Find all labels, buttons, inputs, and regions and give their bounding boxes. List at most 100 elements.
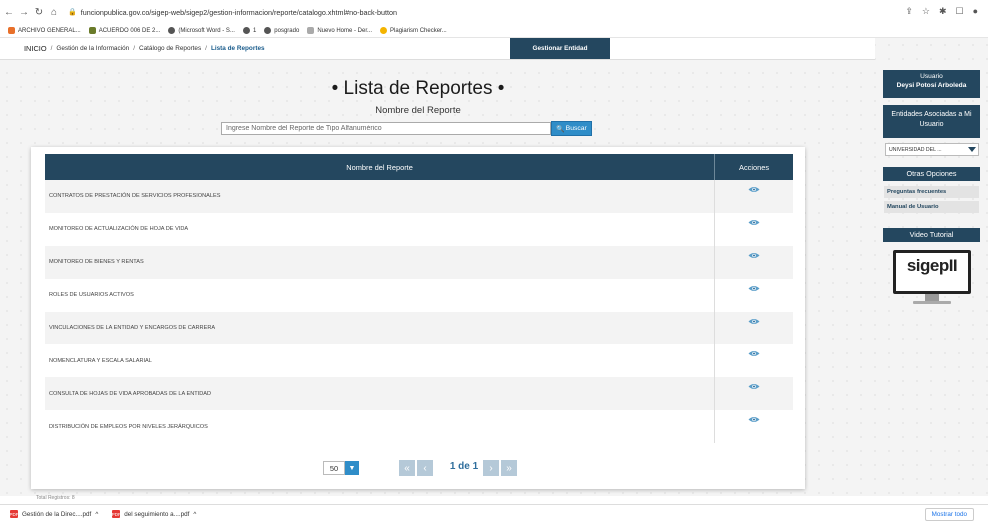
share-icon[interactable]: ⇪ (905, 6, 913, 17)
search-icon: 🔍 (556, 125, 565, 133)
breadcrumb-item[interactable]: Catálogo de Reportes (139, 45, 201, 52)
view-icon[interactable] (715, 344, 793, 377)
bookmark-icon (380, 27, 388, 34)
next-page-button[interactable]: › (483, 460, 499, 476)
video-tutorial-thumbnail[interactable]: sigepII (891, 248, 973, 308)
user-label: Usuario (920, 73, 943, 80)
reports-table: Nombre del Reporte Acciones CONTRATOS DE… (45, 154, 793, 444)
search-label: Nombre del Reporte (375, 105, 461, 116)
home-icon[interactable]: ⌂ (48, 7, 60, 18)
bookmark-item[interactable]: ACUERDO 006 DE 2... (88, 27, 160, 34)
search-input[interactable] (221, 122, 551, 135)
bookmark-item[interactable]: posgrado (264, 27, 299, 34)
report-name: CONSULTA DE HOJAS DE VIDA APROBADAS DE L… (45, 377, 715, 411)
page-size-value: 50 (323, 461, 345, 475)
video-tutorial-label: Video Tutorial (883, 228, 980, 242)
reports-panel: Nombre del Reporte Acciones CONTRATOS DE… (31, 147, 805, 489)
first-page-button[interactable]: « (399, 460, 415, 476)
breadcrumb-separator: / (50, 45, 53, 52)
chevron-up-icon[interactable]: ^ (193, 511, 196, 518)
view-icon[interactable] (715, 180, 793, 213)
report-name: DISTRIBUCIÓN DE EMPLEOS POR NIVELES JERÁ… (45, 410, 715, 444)
chevron-down-icon[interactable]: ▼ (345, 461, 359, 475)
breadcrumb-item[interactable]: Gestión de la Información (56, 45, 129, 52)
chevron-up-icon[interactable]: ^ (95, 511, 98, 518)
browser-actions: ⇪ ☆ ✱ ☐ ● (905, 6, 978, 17)
view-icon[interactable] (715, 213, 793, 246)
table-row: MONITOREO DE ACTUALIZACIÓN DE HOJA DE VI… (45, 212, 793, 246)
search-button[interactable]: 🔍 Buscar (551, 121, 592, 136)
reload-icon[interactable]: ↻ (33, 7, 45, 18)
window-icon[interactable]: ☐ (955, 6, 963, 17)
bookmark-item[interactable]: 1 (242, 27, 256, 34)
show-all-button[interactable]: Mostrar todo (924, 508, 974, 521)
download-filename: del seguimiento a....pdf (124, 510, 190, 518)
report-name: ROLES DE USUARIOS ACTIVOS (45, 278, 715, 312)
page-size-select[interactable]: 50 ▼ (323, 461, 361, 475)
view-icon[interactable] (715, 279, 793, 312)
download-item[interactable]: PDF Gestión de la Direc....pdf ^ (10, 510, 98, 518)
view-icon[interactable] (715, 410, 793, 443)
back-icon[interactable]: ← (3, 7, 15, 18)
bookmark-item[interactable]: Nuevo Home - Der... (307, 27, 372, 34)
user-name: Deysi Potosí Arboleda (896, 82, 967, 89)
bookmark-item[interactable]: Plagiarism Checker... (380, 27, 447, 34)
view-icon[interactable] (715, 246, 793, 279)
report-name: VINCULACIONES DE LA ENTIDAD Y ENCARGOS D… (45, 311, 715, 345)
bookmark-icon (307, 27, 315, 34)
globe-icon (168, 27, 176, 34)
table-row: ROLES DE USUARIOS ACTIVOS (45, 278, 793, 312)
pdf-icon: PDF (9, 510, 19, 518)
table-row: DISTRIBUCIÓN DE EMPLEOS POR NIVELES JERÁ… (45, 410, 793, 444)
paginator: 50 ▼ « ‹ 1 de 1 › » (31, 460, 805, 478)
table-header: Nombre del Reporte Acciones (45, 154, 793, 180)
bookmark-item[interactable]: (Microsoft Word - S... (168, 27, 235, 34)
page-content: INICIO / Gestión de la Información / Cat… (0, 38, 988, 501)
breadcrumb-separator: / (205, 45, 207, 52)
report-name: MONITOREO DE BIENES Y RENTAS (45, 245, 715, 279)
breadcrumb-home[interactable]: INICIO (24, 44, 47, 53)
prev-page-button[interactable]: ‹ (417, 460, 433, 476)
bookmarks-bar: ARCHIVO GENERAL... ACUERDO 006 DE 2... (… (0, 24, 988, 38)
chevron-down-icon (968, 147, 976, 152)
forward-icon[interactable]: → (18, 7, 30, 18)
header-actions: Acciones (739, 162, 770, 172)
view-icon[interactable] (715, 312, 793, 345)
other-options-label: Otras Opciones (883, 167, 980, 181)
browser-toolbar: ← → ↻ ⌂ 🔒 funcionpublica.gov.co/sigep-we… (0, 0, 988, 24)
right-sidebar: Usuario Deysi Potosí Arboleda Entidades … (883, 70, 980, 304)
download-item[interactable]: PDF del seguimiento a....pdf ^ (112, 510, 196, 518)
entities-label: Entidades Asociadas a Mi Usuario (883, 105, 980, 138)
bookmark-icon (8, 27, 15, 34)
table-row: MONITOREO DE BIENES Y RENTAS (45, 245, 793, 279)
last-page-button[interactable]: » (501, 460, 517, 476)
globe-icon (242, 27, 250, 34)
entity-select[interactable]: UNIVERSIDAD DEL ... (885, 143, 979, 156)
faq-link[interactable]: Preguntas frecuentes (884, 186, 979, 198)
report-name: CONTRATOS DE PRESTACIÓN DE SERVICIOS PRO… (45, 180, 715, 213)
breadcrumb: INICIO / Gestión de la Información / Cat… (0, 38, 875, 60)
table-row: CONTRATOS DE PRESTACIÓN DE SERVICIOS PRO… (45, 180, 793, 213)
download-filename: Gestión de la Direc....pdf (22, 510, 92, 518)
user-box: Usuario Deysi Potosí Arboleda (883, 70, 980, 98)
sigep-logo: sigepII (906, 256, 958, 275)
gestionar-entidad-button[interactable]: Gestionar Entidad (510, 38, 610, 59)
entity-selected: UNIVERSIDAD DEL ... (889, 146, 942, 153)
star-icon[interactable]: ☆ (922, 6, 930, 17)
table-row: VINCULACIONES DE LA ENTIDAD Y ENCARGOS D… (45, 311, 793, 345)
user-manual-link[interactable]: Manual de Usuario (884, 201, 979, 213)
breadcrumb-current: Lista de Reportes (210, 45, 265, 52)
lock-icon: 🔒 (68, 9, 77, 16)
globe-icon (264, 27, 272, 34)
address-bar[interactable]: 🔒 funcionpublica.gov.co/sigep-web/sigep2… (68, 8, 397, 17)
page-title: • Lista de Reportes • (331, 78, 505, 99)
bookmark-item[interactable]: ARCHIVO GENERAL... (8, 27, 81, 34)
view-icon[interactable] (715, 377, 793, 410)
url-text: funcionpublica.gov.co/sigep-web/sigep2/g… (80, 7, 398, 17)
profile-icon[interactable]: ● (973, 6, 978, 17)
table-row: CONSULTA DE HOJAS DE VIDA APROBADAS DE L… (45, 377, 793, 411)
report-name: NOMENCLATURA Y ESCALA SALARIAL (45, 344, 715, 378)
table-row: NOMENCLATURA Y ESCALA SALARIAL (45, 344, 793, 378)
extensions-icon[interactable]: ✱ (939, 6, 947, 17)
table-body: CONTRATOS DE PRESTACIÓN DE SERVICIOS PRO… (45, 180, 793, 444)
